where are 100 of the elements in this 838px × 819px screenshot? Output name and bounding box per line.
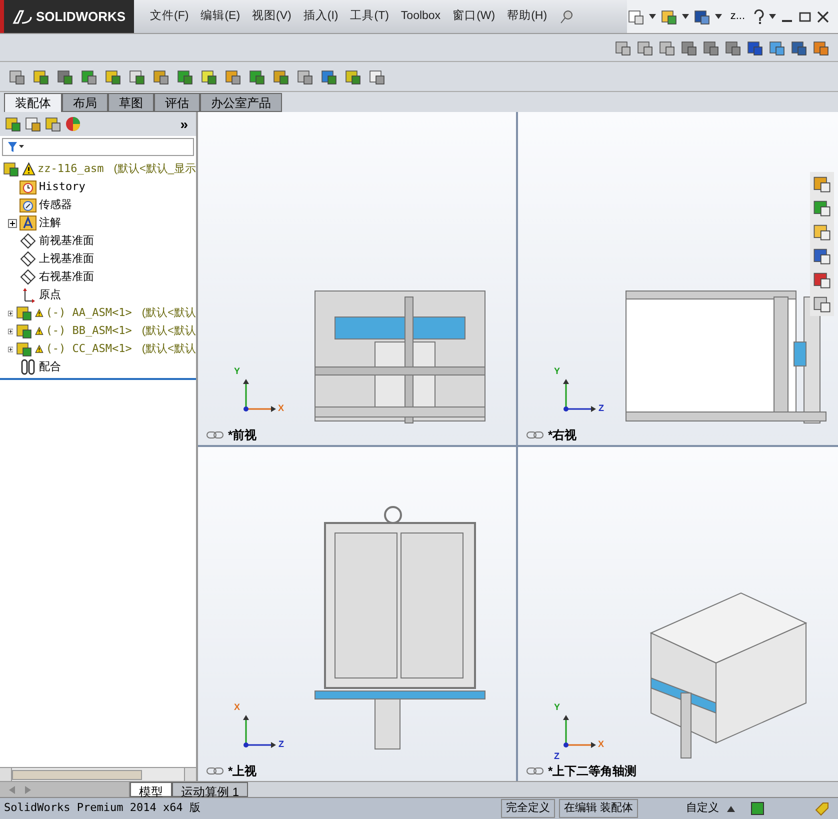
view-tool-icon[interactable] bbox=[702, 38, 720, 56]
viewport[interactable]: X Z *上视 bbox=[198, 446, 518, 781]
assembly-tool-icon[interactable] bbox=[344, 68, 362, 86]
link-icon bbox=[526, 767, 544, 775]
assembly-tool-icon[interactable] bbox=[248, 68, 266, 86]
assembly-tool-icon[interactable] bbox=[368, 68, 386, 86]
tree-item-label[interactable]: 注解 bbox=[39, 214, 61, 232]
command-tab[interactable]: 草图 bbox=[108, 93, 154, 112]
caret-icon[interactable] bbox=[682, 14, 690, 19]
task-pane-icon[interactable] bbox=[812, 222, 832, 242]
scrollbar-thumb[interactable] bbox=[12, 770, 142, 780]
tree-item-label[interactable]: 传感器 bbox=[39, 196, 72, 214]
view-label: *上视 bbox=[228, 763, 257, 780]
tree-item-config: (默认<默认 bbox=[142, 324, 196, 339]
view-tool-icon[interactable] bbox=[746, 38, 764, 56]
assembly-tool-icon[interactable] bbox=[56, 68, 74, 86]
view-tool-icon[interactable] bbox=[658, 38, 676, 56]
assembly-tool-icon[interactable] bbox=[272, 68, 290, 86]
assembly-tool-icon[interactable] bbox=[320, 68, 338, 86]
menu-item[interactable]: 窗口(W) bbox=[452, 8, 496, 26]
view-tool-icon[interactable] bbox=[768, 38, 786, 56]
task-pane-icon[interactable] bbox=[812, 246, 832, 266]
status-text: 完全定义 bbox=[500, 799, 555, 818]
viewport[interactable]: Y Z *右视 bbox=[518, 112, 838, 446]
axis-label: X bbox=[598, 740, 604, 749]
tree-item-label[interactable]: (-) BB_ASM<1> bbox=[46, 322, 132, 340]
assembly-tool-icon[interactable] bbox=[104, 68, 122, 86]
model-tab[interactable]: 模型 bbox=[130, 782, 172, 797]
close-icon[interactable] bbox=[816, 10, 830, 24]
tree-item-label[interactable]: (-) AA_ASM<1> bbox=[46, 304, 132, 322]
expand-icon[interactable] bbox=[8, 218, 17, 228]
viewport[interactable]: Y X Z *上下二等角轴测 bbox=[518, 446, 838, 781]
tree-item-label[interactable]: (-) CC_ASM<1> bbox=[46, 340, 132, 358]
axis-label: X bbox=[278, 404, 284, 412]
view-tool-icon[interactable] bbox=[614, 38, 632, 56]
assembly-tool-icon[interactable] bbox=[8, 68, 26, 86]
tree-item-label[interactable]: 前视基准面 bbox=[39, 232, 94, 250]
command-tab[interactable]: 办公室产品 bbox=[200, 93, 282, 112]
task-pane-icon[interactable] bbox=[812, 174, 832, 194]
status-text: 在编辑 装配体 bbox=[558, 799, 638, 818]
tree-item-label[interactable]: 原点 bbox=[39, 286, 61, 304]
link-icon bbox=[206, 430, 224, 438]
tree-item-label[interactable]: zz-116_asm bbox=[38, 160, 104, 178]
command-tab[interactable]: 布局 bbox=[62, 93, 108, 112]
menu-item[interactable]: 视图(V) bbox=[252, 8, 292, 26]
view-tool-icon[interactable] bbox=[812, 38, 830, 56]
command-tab[interactable]: 评估 bbox=[154, 93, 200, 112]
axis-label: X bbox=[234, 703, 240, 712]
link-icon bbox=[526, 430, 544, 438]
view-tool-icon[interactable] bbox=[790, 38, 808, 56]
assembly-tool-icon[interactable] bbox=[128, 68, 146, 86]
axis-label: Z bbox=[554, 752, 560, 761]
view-tool-icon[interactable] bbox=[636, 38, 654, 56]
user-menu[interactable]: z... bbox=[726, 8, 749, 25]
caret-icon[interactable] bbox=[715, 14, 722, 19]
caret-icon[interactable] bbox=[769, 14, 776, 19]
assembly-tool-icon[interactable] bbox=[296, 68, 314, 86]
units-menu[interactable]: 自定义 bbox=[678, 800, 727, 817]
assembly-tool-icon[interactable] bbox=[32, 68, 50, 86]
assembly-tool-icon[interactable] bbox=[200, 68, 218, 86]
menu-item[interactable]: 文件(F) bbox=[150, 8, 189, 26]
view-label: *前视 bbox=[228, 426, 257, 444]
axis-label: Y bbox=[554, 703, 560, 712]
caret-icon[interactable] bbox=[649, 14, 656, 19]
menu-item[interactable]: 插入(I) bbox=[303, 8, 338, 26]
expand-button[interactable]: » bbox=[176, 114, 192, 134]
task-pane-icon[interactable] bbox=[812, 198, 832, 218]
expand-icon[interactable] bbox=[8, 344, 14, 354]
ds-logo-icon bbox=[12, 8, 32, 24]
tree-item-label[interactable]: 配合 bbox=[39, 358, 61, 376]
command-tab[interactable]: 装配体 bbox=[4, 93, 62, 112]
menu-item[interactable]: 工具(T) bbox=[350, 8, 389, 26]
assembly-tool-icon[interactable] bbox=[224, 68, 242, 86]
task-pane-icon[interactable] bbox=[812, 294, 832, 314]
appearance-icon[interactable] bbox=[64, 115, 82, 133]
expand-icon[interactable] bbox=[8, 308, 14, 318]
tree-item-label[interactable]: 上视基准面 bbox=[39, 250, 94, 268]
view-tool-icon[interactable] bbox=[680, 38, 698, 56]
assembly-tool-icon[interactable] bbox=[176, 68, 194, 86]
restore-icon[interactable] bbox=[798, 10, 812, 24]
tree-item-config: (默认<默认 bbox=[142, 306, 196, 321]
axis-label: Z bbox=[278, 740, 284, 749]
menu-item[interactable]: Toolbox bbox=[400, 8, 441, 26]
plane-icon bbox=[19, 268, 37, 286]
view-tool-icon[interactable] bbox=[724, 38, 742, 56]
menu-item[interactable]: 帮助(H) bbox=[507, 8, 548, 26]
tree-item-label[interactable]: History bbox=[39, 178, 86, 196]
caret-up-icon[interactable] bbox=[727, 806, 735, 812]
viewport[interactable]: Y X *前视 bbox=[198, 112, 518, 446]
assembly-tool-icon[interactable] bbox=[152, 68, 170, 86]
plane-icon bbox=[19, 250, 37, 268]
task-pane-icon[interactable] bbox=[812, 270, 832, 290]
view-label: *右视 bbox=[548, 426, 577, 444]
expand-icon[interactable] bbox=[8, 326, 14, 336]
assembly-tool-icon[interactable] bbox=[80, 68, 98, 86]
annotation-folder-icon bbox=[19, 214, 37, 232]
filter-icon[interactable] bbox=[7, 141, 25, 153]
tree-item-label[interactable]: 右视基准面 bbox=[39, 268, 94, 286]
view-label: *上下二等角轴测 bbox=[548, 763, 637, 780]
menu-item[interactable]: 编辑(E) bbox=[200, 8, 240, 26]
